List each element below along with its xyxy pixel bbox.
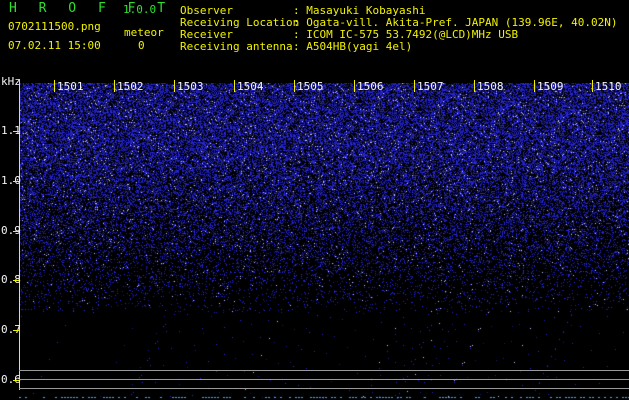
minute-mark-label: 1506 [357, 80, 384, 93]
spectrogram-canvas [19, 83, 629, 399]
minute-mark-label: 1510 [595, 80, 622, 93]
minute-mark-tick [54, 80, 55, 92]
minute-mark-label: 1502 [117, 80, 144, 93]
y-tick-mark [13, 330, 19, 331]
app-version: 1.0.0 [123, 3, 157, 16]
minute-mark-tick [354, 80, 355, 92]
datetime: 07.02.11 15:00 [8, 39, 101, 52]
minute-mark-label: 1504 [237, 80, 264, 93]
minute-mark-label: 1505 [297, 80, 324, 93]
meteor-label: meteor [124, 26, 164, 39]
minute-mark-tick [114, 80, 115, 92]
minute-mark-tick [234, 80, 235, 92]
antenna-label: Receiving antenna [180, 40, 293, 53]
axis-unit-label: kHz [1, 75, 21, 88]
antenna-value: : A504HB(yagi 4el) [293, 40, 413, 53]
y-tick-mark [13, 131, 19, 132]
minute-mark-label: 1508 [477, 80, 504, 93]
minute-mark-label: 1507 [417, 80, 444, 93]
reference-line [19, 388, 629, 389]
y-tick-mark [13, 280, 19, 281]
reference-line [19, 379, 629, 380]
minute-mark-label: 1501 [57, 80, 84, 93]
spectrogram-panel [0, 74, 629, 400]
minute-mark-tick [474, 80, 475, 92]
meteor-count: 0 [138, 39, 145, 52]
header-panel: H R O F F T 1.0.0 0702111500.png meteor … [0, 0, 629, 74]
file-name: 0702111500.png [8, 20, 101, 33]
reference-line [19, 370, 629, 371]
y-tick-mark [13, 231, 19, 232]
minute-mark-label: 1509 [537, 80, 564, 93]
minute-mark-tick [414, 80, 415, 92]
minute-mark-tick [174, 80, 175, 92]
minute-mark-tick [294, 80, 295, 92]
minute-mark-label: 1503 [177, 80, 204, 93]
y-tick-mark [13, 181, 19, 182]
minute-mark-tick [534, 80, 535, 92]
y-tick-mark [13, 380, 19, 381]
minute-mark-tick [592, 80, 593, 92]
